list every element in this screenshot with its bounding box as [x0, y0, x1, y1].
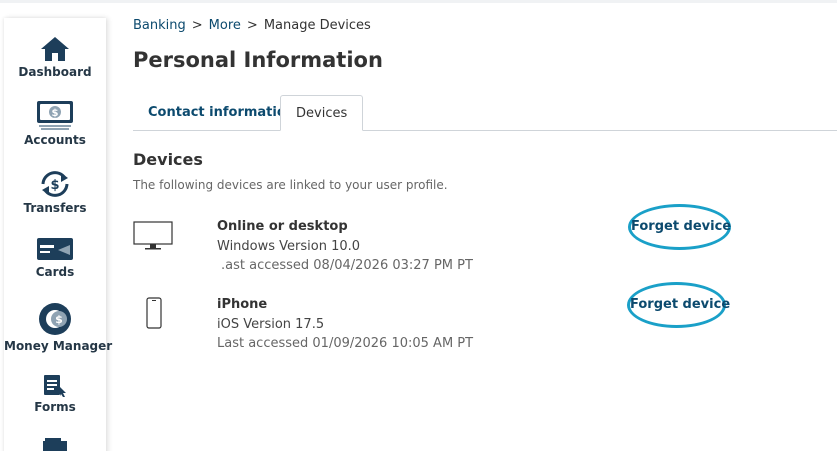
sidebar-item-forms[interactable]: Forms	[4, 373, 106, 414]
sidebar-item-label: Dashboard	[18, 65, 92, 79]
forget-device-button[interactable]: Forget device	[627, 282, 730, 328]
device-version: iOS Version 17.5	[217, 317, 325, 332]
breadcrumb: Banking > More > Manage Devices	[133, 18, 371, 33]
device-last-accessed: .ast accessed 08/04/2026 03:27 PM PT	[221, 258, 473, 273]
breadcrumb-separator: >	[191, 18, 203, 33]
device-info: iPhone iOS Version 17.5 Last accessed 01…	[217, 296, 473, 353]
sidebar-item-label: Money Manager	[4, 339, 113, 353]
sidebar-item-label: Transfers	[23, 201, 87, 215]
transfer-icon: $	[41, 171, 69, 197]
device-row: iPhone iOS Version 17.5 Last accessed 01…	[133, 282, 833, 356]
breadcrumb-more-link[interactable]: More	[209, 18, 241, 33]
page-title: Personal Information	[133, 48, 383, 72]
device-row: Online or desktop Windows Version 10.0 .…	[133, 204, 833, 278]
svg-text:$: $	[52, 108, 59, 119]
devices-section-description: The following devices are linked to your…	[133, 178, 448, 192]
sidebar-item-label: Forms	[34, 400, 76, 414]
forms-icon	[44, 375, 66, 397]
desktop-icon	[133, 221, 173, 250]
cash-icon: $	[37, 101, 73, 130]
sidebar-item-more[interactable]	[4, 438, 106, 451]
sidebar-item-dashboard[interactable]: Dashboard	[4, 36, 106, 79]
breadcrumb-current: Manage Devices	[263, 18, 371, 33]
sidebar-nav: Dashboard $ Accounts $ Transfers Cards $…	[4, 18, 113, 451]
devices-section-title: Devices	[133, 150, 203, 169]
top-divider	[0, 0, 837, 3]
tab-devices[interactable]: Devices	[280, 95, 364, 131]
money-manager-icon: $	[39, 303, 71, 335]
sidebar-item-label: Accounts	[24, 133, 86, 147]
sidebar-item-accounts[interactable]: $ Accounts	[4, 100, 106, 147]
sidebar-item-cards[interactable]: Cards	[4, 236, 106, 279]
breadcrumb-banking-link[interactable]: Banking	[133, 18, 186, 33]
home-icon	[41, 37, 69, 61]
tab-bar: Contact information Devices	[133, 95, 837, 131]
svg-text:$: $	[55, 313, 63, 326]
forget-device-button[interactable]: Forget device	[628, 204, 731, 250]
device-version: Windows Version 10.0	[217, 239, 361, 254]
device-last-accessed: Last accessed 01/09/2026 10:05 AM PT	[217, 336, 474, 351]
phone-icon	[146, 297, 162, 329]
card-icon	[37, 238, 73, 260]
device-info: Online or desktop Windows Version 10.0 .…	[217, 218, 473, 275]
sidebar-item-label: Cards	[35, 265, 75, 279]
document-icon	[43, 438, 67, 451]
sidebar-item-money-manager[interactable]: $ Money Manager	[4, 302, 113, 353]
device-name: Online or desktop	[217, 219, 348, 234]
svg-text:$: $	[50, 178, 59, 193]
device-name: iPhone	[217, 297, 268, 312]
sidebar-item-transfers[interactable]: $ Transfers	[4, 170, 106, 215]
breadcrumb-separator: >	[246, 18, 258, 33]
